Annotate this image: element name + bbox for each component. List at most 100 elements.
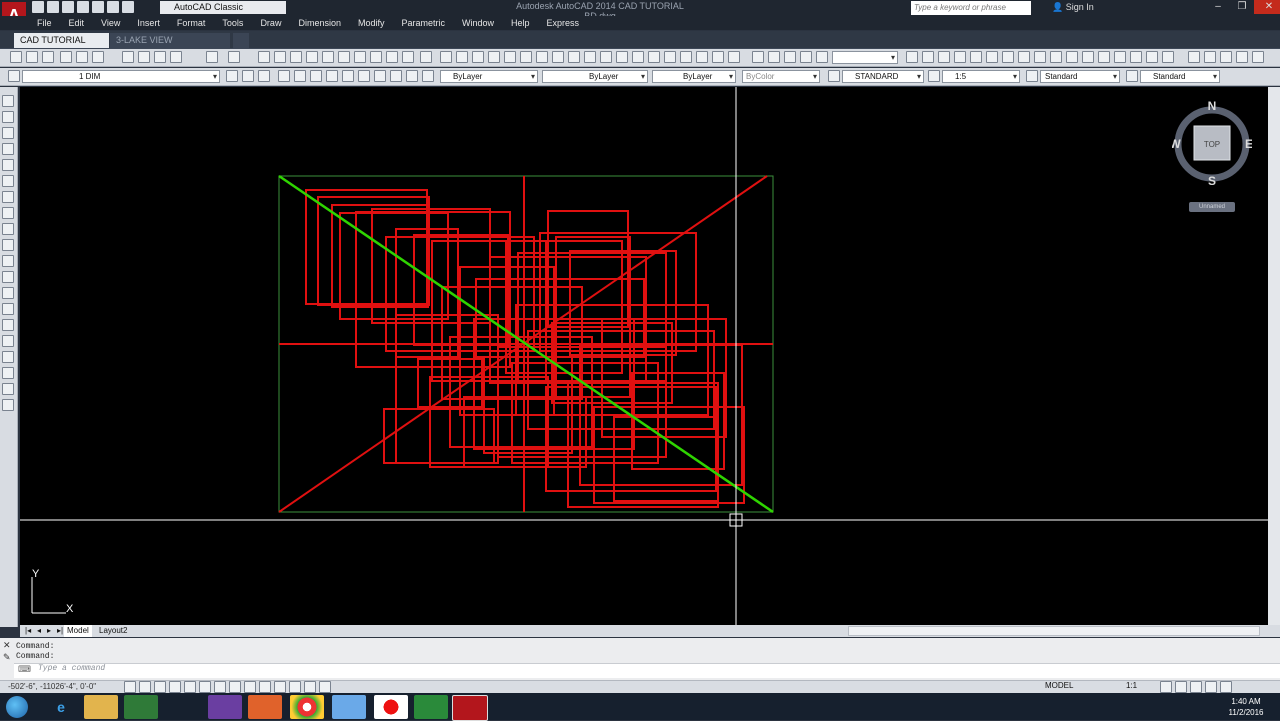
start-button[interactable] xyxy=(6,696,28,718)
layer-match-icon[interactable] xyxy=(816,51,828,63)
menu-modify[interactable]: Modify xyxy=(358,16,385,30)
explode-icon[interactable] xyxy=(1162,51,1174,63)
array-icon[interactable] xyxy=(970,51,982,63)
tab-model[interactable]: Model xyxy=(64,625,92,637)
layer-uniso-icon[interactable] xyxy=(242,70,254,82)
circle-icon[interactable] xyxy=(536,51,548,63)
text-style-dropdown[interactable]: STANDARD xyxy=(842,70,924,83)
undo-icon[interactable] xyxy=(107,1,119,13)
clock-date[interactable]: 11/2/2016 xyxy=(1224,708,1268,717)
zoom-previous-icon[interactable] xyxy=(306,51,318,63)
next-layout-icon[interactable]: ▸ xyxy=(44,625,54,637)
lineweight-icon[interactable] xyxy=(274,681,286,693)
horizontal-scrollbar[interactable] xyxy=(848,626,1260,636)
layer-unlock-icon[interactable] xyxy=(310,70,322,82)
pan-icon[interactable] xyxy=(258,51,270,63)
lineweight-dropdown[interactable]: ByLayer xyxy=(652,70,736,83)
table-icon[interactable] xyxy=(2,351,14,363)
tab-lake-view[interactable]: 3-LAKE VIEW (15.03.2011)* xyxy=(110,33,230,60)
snap-mode-icon[interactable] xyxy=(139,681,151,693)
close-icon[interactable]: ✕ xyxy=(1254,0,1280,14)
arc-icon[interactable] xyxy=(2,175,14,187)
layer-thaw-icon[interactable] xyxy=(422,70,434,82)
properties-icon[interactable] xyxy=(322,51,334,63)
plot-icon[interactable] xyxy=(60,51,72,63)
prev-layout-icon[interactable]: ◂ xyxy=(34,625,44,637)
bring-above-icon[interactable] xyxy=(1236,51,1248,63)
compass-west[interactable]: W xyxy=(1169,137,1181,151)
layer-freeze-icon[interactable] xyxy=(258,70,270,82)
named-view-dropdown[interactable] xyxy=(832,51,898,64)
multiline-text-icon[interactable] xyxy=(728,51,740,63)
construction-line-icon[interactable] xyxy=(2,111,14,123)
transparency-icon[interactable] xyxy=(289,681,301,693)
settings-icon[interactable]: ✎ xyxy=(3,652,11,663)
hatch-icon[interactable] xyxy=(2,303,14,315)
save-icon[interactable] xyxy=(42,51,54,63)
print-icon[interactable] xyxy=(92,1,104,13)
table-style-dropdown[interactable]: Standard xyxy=(1040,70,1120,83)
menu-express[interactable]: Express xyxy=(547,16,580,30)
polar-tracking-icon[interactable] xyxy=(184,681,196,693)
rectangle-icon[interactable] xyxy=(2,159,14,171)
spline-icon[interactable] xyxy=(2,223,14,235)
gradient-icon[interactable] xyxy=(2,319,14,331)
menu-view[interactable]: View xyxy=(101,16,120,30)
revision-cloud-icon[interactable] xyxy=(2,207,14,219)
grid-display-icon[interactable] xyxy=(154,681,166,693)
ucs-menu[interactable]: Unnamed xyxy=(1189,202,1235,212)
layer-off-icon[interactable] xyxy=(278,70,290,82)
copy-object-icon[interactable] xyxy=(2,399,14,411)
layer-manager-icon[interactable] xyxy=(8,70,20,82)
multileader-style-icon[interactable] xyxy=(1126,70,1138,82)
join-icon[interactable] xyxy=(1098,51,1110,63)
cut-icon[interactable] xyxy=(122,51,134,63)
workspace-dropdown[interactable]: AutoCAD Classic xyxy=(160,1,286,14)
menu-draw[interactable]: Draw xyxy=(260,16,281,30)
copy-icon[interactable] xyxy=(138,51,150,63)
construction-line-icon[interactable] xyxy=(456,51,468,63)
quick-properties-icon[interactable] xyxy=(304,681,316,693)
layer-dropdown[interactable]: 1 DIM xyxy=(22,70,220,83)
menu-edit[interactable]: Edit xyxy=(69,16,85,30)
menu-tools[interactable]: Tools xyxy=(222,16,243,30)
visual-studio-icon[interactable] xyxy=(208,695,242,719)
blend-icon[interactable] xyxy=(1146,51,1158,63)
point-icon[interactable] xyxy=(648,51,660,63)
annotation-scale[interactable]: 1:1 xyxy=(1126,681,1137,690)
line-icon[interactable] xyxy=(440,51,452,63)
redo-icon[interactable] xyxy=(122,1,134,13)
open-icon[interactable] xyxy=(47,1,59,13)
draw-order-icon[interactable] xyxy=(1188,51,1200,63)
rectangle-icon[interactable] xyxy=(504,51,516,63)
plotstyle-dropdown[interactable]: ByColor xyxy=(742,70,820,83)
make-block-icon[interactable] xyxy=(632,51,644,63)
save-icon[interactable] xyxy=(62,1,74,13)
menu-parametric[interactable]: Parametric xyxy=(402,16,446,30)
table-icon[interactable] xyxy=(712,51,724,63)
layer-current-icon[interactable] xyxy=(406,70,418,82)
paste-icon[interactable] xyxy=(154,51,166,63)
compass-north[interactable]: N xyxy=(1208,99,1217,113)
new-icon[interactable] xyxy=(10,51,22,63)
internet-explorer-icon[interactable]: e xyxy=(44,695,78,719)
new-icon[interactable] xyxy=(32,1,44,13)
layer-properties-icon[interactable] xyxy=(752,51,764,63)
dynamic-ucs-icon[interactable] xyxy=(244,681,256,693)
ellipse-icon[interactable] xyxy=(2,239,14,251)
model-space-toggle[interactable]: MODEL xyxy=(1045,681,1073,690)
new-tab-icon[interactable] xyxy=(233,33,249,48)
viewcube[interactable]: TOP N S E W xyxy=(1169,99,1253,188)
arc-icon[interactable] xyxy=(520,51,532,63)
lock-ui-icon[interactable] xyxy=(1175,681,1187,693)
erase-icon[interactable] xyxy=(2,383,14,395)
layer-state-icon[interactable] xyxy=(784,51,796,63)
region-icon[interactable] xyxy=(696,51,708,63)
undo-icon[interactable] xyxy=(206,51,218,63)
zoom-window-icon[interactable] xyxy=(290,51,302,63)
rotate-icon[interactable] xyxy=(1002,51,1014,63)
redo-icon[interactable] xyxy=(228,51,240,63)
insert-block-icon[interactable] xyxy=(2,255,14,267)
dynamic-input-icon[interactable] xyxy=(259,681,271,693)
search-input[interactable]: Type a keyword or phrase xyxy=(911,1,1031,15)
